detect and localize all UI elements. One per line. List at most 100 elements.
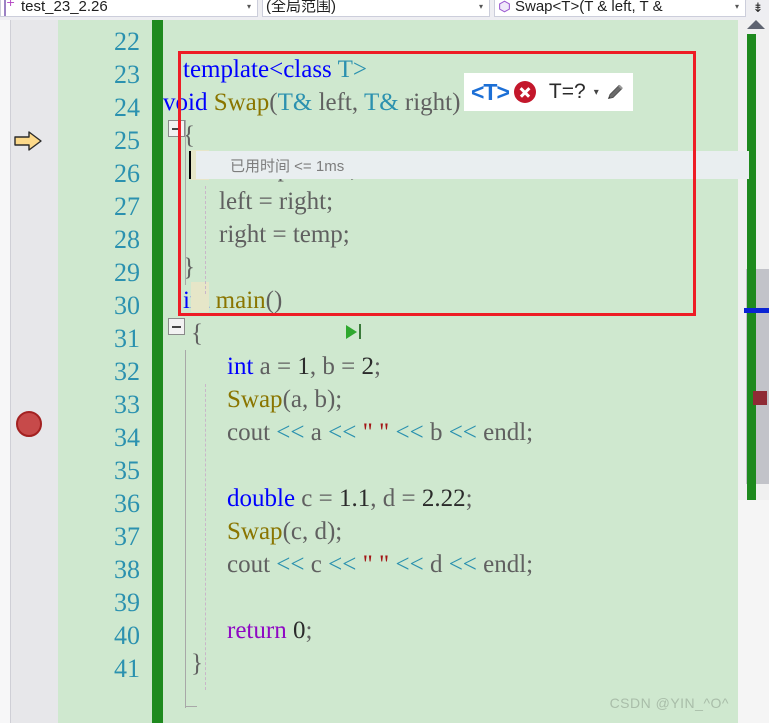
code-token: endl; — [483, 551, 534, 578]
code-token: 1 — [297, 353, 310, 380]
code-token: ; — [373, 353, 381, 380]
code-line[interactable]: Swap(a, b); — [227, 383, 342, 416]
code-token: left, — [312, 89, 364, 116]
code-token: a — [310, 419, 329, 446]
line-number: 40 — [114, 621, 140, 650]
code-token: " " — [362, 551, 390, 578]
code-token: << — [276, 419, 311, 446]
chevron-down-icon[interactable]: ▾ — [243, 0, 255, 16]
code-token: ; — [465, 485, 473, 512]
line-number: 39 — [114, 588, 140, 617]
code-token: template — [183, 56, 270, 83]
code-token: << — [389, 419, 430, 446]
editor-left-strip — [0, 20, 10, 723]
code-line[interactable]: right = temp; — [219, 218, 350, 251]
code-line[interactable]: cout << c << " " << d << endl; — [227, 548, 533, 581]
run-to-cursor-icon[interactable] — [346, 324, 361, 339]
scrollbar-change-marker — [747, 34, 756, 502]
line-number: 24 — [114, 93, 140, 122]
line-number: 28 — [114, 225, 140, 254]
watermark: CSDN @YIN_^O^ — [609, 695, 729, 711]
code-token: return — [227, 617, 293, 644]
code-editor[interactable]: 22 23 24 25 26 27 28 29 30 31 32 33 34 35 36 37 38 39 40 41 — [0, 20, 769, 723]
template-parameter-value-dropdown[interactable]: T=? ▾ — [540, 73, 633, 111]
file-icon — [4, 0, 18, 16]
project-scope-dropdown[interactable]: test_23_2.26 ▾ — [0, 0, 258, 17]
code-text-area[interactable]: template<class T> void Swap(T& left, T& r… — [163, 20, 738, 723]
code-token: T& — [363, 89, 399, 116]
line-number: 29 — [114, 258, 140, 287]
chevron-down-icon[interactable]: ▾ — [594, 87, 599, 98]
chevron-down-icon[interactable]: ▾ — [731, 0, 743, 16]
line-number: 22 — [114, 27, 140, 56]
code-line[interactable]: double c = 1.1, d = 2.22; — [227, 482, 473, 515]
code-line[interactable]: return 0; — [227, 614, 312, 647]
code-token: << — [276, 551, 311, 578]
code-token: main — [215, 287, 266, 314]
scrollbar-bottom-filler — [738, 500, 769, 723]
navigation-bar: test_23_2.26 ▾ (全局范围) ▾ Swap<T>(T & left… — [0, 0, 769, 20]
line-number: 35 — [114, 456, 140, 485]
member-scope-dropdown[interactable]: Swap<T>(T & left, T & ▾ — [494, 0, 746, 17]
error-circle-x-icon[interactable] — [513, 81, 536, 103]
code-token: Swap — [213, 89, 270, 116]
method-hexagon-icon — [498, 0, 512, 14]
breakpoint-indicator[interactable] — [16, 411, 42, 437]
code-token: d — [429, 551, 449, 578]
template-parameter-widget[interactable]: <T> T=? ▾ — [464, 73, 633, 111]
line-number: 32 — [114, 357, 140, 386]
indent-guide — [205, 186, 206, 294]
code-token: < — [269, 56, 284, 83]
code-token: Swap — [227, 386, 283, 413]
code-token: void — [163, 89, 214, 116]
code-token: ; — [305, 617, 313, 644]
code-token: int — [227, 353, 260, 380]
code-token: double — [227, 485, 302, 512]
namespace-scope-dropdown[interactable]: (全局范围) ▾ — [262, 0, 490, 17]
codelens-bar[interactable]: 已用时间 <= 1ms — [196, 151, 749, 179]
line-number: 30 — [114, 291, 140, 320]
code-token: << — [328, 419, 363, 446]
line-number: 33 — [114, 390, 140, 419]
line-number-gutter: 22 23 24 25 26 27 28 29 30 31 32 33 34 35 36 37 38 39 40 41 — [58, 20, 152, 723]
member-scope-value: Swap<T>(T & left, T & — [515, 0, 663, 15]
template-parameter-label: <T> — [471, 78, 510, 105]
code-token: c — [310, 551, 329, 578]
line-number: 34 — [114, 423, 140, 452]
code-line[interactable]: { — [191, 317, 203, 350]
line-number: 31 — [114, 324, 140, 353]
template-parameter-badge[interactable]: <T> — [464, 73, 541, 111]
code-token: cout — [227, 551, 277, 578]
namespace-scope-value: (全局范围) — [266, 0, 336, 15]
line-number: 26 — [114, 159, 140, 188]
code-line[interactable]: cout << a << " " << b << endl; — [227, 416, 533, 449]
code-line[interactable]: Swap(c, d); — [227, 515, 342, 548]
code-token: T> — [331, 56, 367, 83]
codelens-text: 已用时间 <= 1ms — [230, 157, 345, 175]
structure-guide — [185, 350, 186, 708]
navbar-overflow-button[interactable]: ⇟ — [747, 0, 769, 19]
visual-studio-editor-window: test_23_2.26 ▾ (全局范围) ▾ Swap<T>(T & left… — [0, 0, 769, 723]
code-token: T& — [277, 89, 313, 116]
code-line[interactable]: template<class T> — [183, 53, 367, 86]
code-line[interactable]: int a = 1, b = 2; — [227, 350, 381, 383]
code-line[interactable]: void Swap(T& left, T& right) — [163, 86, 460, 119]
template-parameter-value: T=? — [548, 80, 586, 103]
chevron-down-icon[interactable]: ▾ — [475, 0, 487, 16]
code-token: 2 — [361, 353, 374, 380]
code-token: (c, d); — [282, 518, 343, 545]
code-token: << — [328, 551, 363, 578]
code-token: 1.1 — [339, 485, 371, 512]
code-token: { — [191, 320, 203, 347]
code-token: right = temp; — [219, 221, 350, 248]
code-line[interactable]: left = right; — [219, 185, 333, 218]
code-token: } — [191, 650, 203, 677]
code-token: class — [283, 56, 332, 83]
code-line[interactable]: } — [191, 647, 203, 680]
unsaved-change-bar — [152, 20, 163, 723]
fold-toggle-swap[interactable] — [168, 120, 185, 137]
pencil-icon[interactable] — [605, 82, 625, 102]
scroll-up-arrow-icon[interactable] — [747, 20, 765, 29]
indicator-margin[interactable] — [10, 20, 58, 723]
fold-toggle-main[interactable] — [168, 318, 185, 335]
